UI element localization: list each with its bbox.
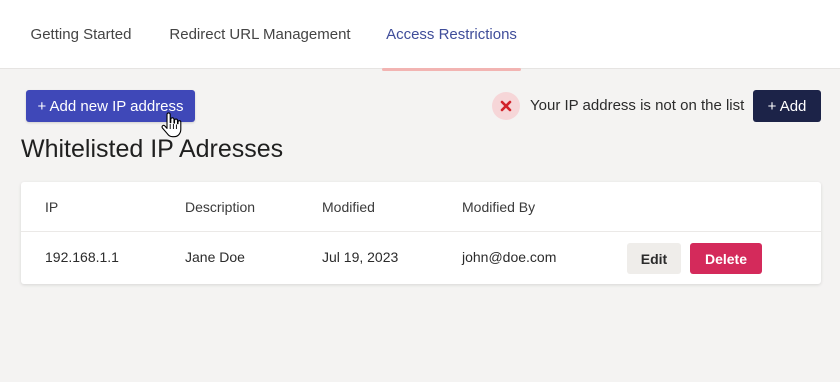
ip-status-text: Your IP address is not on the list bbox=[530, 97, 745, 114]
ip-table: IP Description Modified Modified By 192.… bbox=[21, 182, 821, 284]
table-row: 192.168.1.1 Jane Doe Jul 19, 2023 john@d… bbox=[21, 232, 821, 284]
x-mark-icon bbox=[492, 92, 520, 120]
cell-modified: Jul 19, 2023 bbox=[322, 249, 399, 265]
column-header-modified: Modified bbox=[322, 199, 375, 215]
column-header-ip: IP bbox=[45, 199, 59, 215]
cell-modified-by: john@doe.com bbox=[462, 249, 557, 265]
tab-getting-started[interactable]: Getting Started bbox=[18, 0, 144, 69]
cell-description: Jane Doe bbox=[185, 249, 245, 265]
column-header-modified-by: Modified By bbox=[462, 199, 536, 215]
page-title: Whitelisted IP Adresses bbox=[21, 135, 284, 163]
tab-bar: Getting Started Redirect URL Management … bbox=[0, 0, 840, 71]
edit-button[interactable]: Edit bbox=[627, 243, 681, 274]
delete-button[interactable]: Delete bbox=[690, 243, 762, 274]
table-header: IP Description Modified Modified By bbox=[21, 182, 821, 232]
add-button[interactable]: + Add bbox=[753, 90, 821, 122]
tab-redirect-url-management[interactable]: Redirect URL Management bbox=[160, 0, 360, 69]
tab-access-restrictions[interactable]: Access Restrictions bbox=[382, 0, 521, 71]
column-header-description: Description bbox=[185, 199, 256, 215]
cell-ip: 192.168.1.1 bbox=[45, 249, 119, 265]
